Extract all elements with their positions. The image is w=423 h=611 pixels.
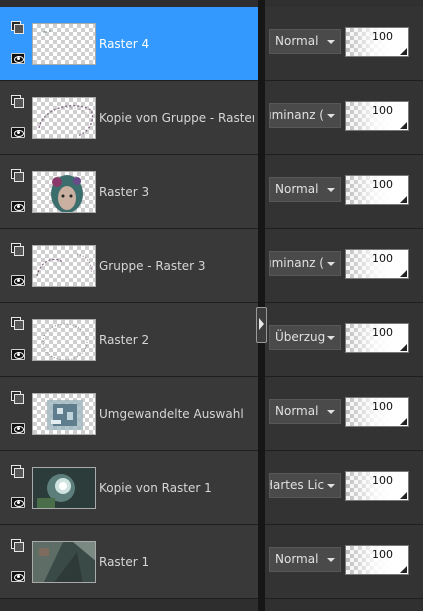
blend-mode-value: Normal — [275, 34, 319, 48]
layer-group-icon[interactable] — [11, 243, 24, 256]
layer-thumbnail[interactable] — [32, 467, 96, 509]
layer-row[interactable]: Raster 1 — [0, 525, 258, 599]
layer-properties-row: Hartes Lich 100 — [265, 451, 423, 525]
opacity-field[interactable]: 100 — [345, 545, 409, 575]
layer-group-icon[interactable] — [11, 95, 24, 108]
opacity-slider-icon[interactable] — [400, 344, 407, 351]
blend-mode-select[interactable]: uminanz (V — [269, 103, 341, 128]
layer-group-icon[interactable] — [11, 21, 24, 34]
opacity-value: 100 — [372, 474, 393, 487]
visibility-eye-icon[interactable] — [11, 571, 25, 582]
chevron-down-icon[interactable] — [327, 262, 335, 266]
blend-mode-select[interactable]: Hartes Lich — [269, 473, 341, 498]
layer-thumbnail[interactable] — [32, 23, 96, 65]
opacity-value: 100 — [372, 30, 393, 43]
chevron-down-icon[interactable] — [327, 558, 335, 562]
layer-thumbnail[interactable] — [32, 319, 96, 361]
layer-thumbnail[interactable] — [32, 245, 96, 287]
opacity-value: 100 — [372, 252, 393, 265]
layer-name[interactable]: Raster 3 — [99, 185, 254, 199]
blend-mode-value: Normal — [275, 552, 319, 566]
layer-row[interactable]: Kopie von Gruppe - Raster 3 — [0, 81, 258, 155]
layer-properties-row: uminanz (V 100 — [265, 81, 423, 155]
chevron-down-icon[interactable] — [327, 410, 335, 414]
visibility-eye-icon[interactable] — [11, 275, 25, 286]
layer-group-icon[interactable] — [11, 465, 24, 478]
opacity-field[interactable]: 100 — [345, 471, 409, 501]
opacity-slider-icon[interactable] — [400, 566, 407, 573]
layer-row[interactable]: Raster 4 — [0, 7, 258, 81]
visibility-eye-icon[interactable] — [11, 201, 25, 212]
layer-name[interactable]: Gruppe - Raster 3 — [99, 259, 254, 273]
layer-name[interactable]: Umgewandelte Auswahl — [99, 407, 254, 421]
layer-properties-row: Normal 100 — [265, 525, 423, 599]
layer-group-icon[interactable] — [11, 391, 24, 404]
layer-properties-row: Normal 100 — [265, 7, 423, 81]
opacity-value: 100 — [372, 326, 393, 339]
visibility-eye-icon[interactable] — [11, 423, 25, 434]
opacity-field[interactable]: 100 — [345, 101, 409, 131]
layer-name[interactable]: Raster 1 — [99, 555, 254, 569]
layer-properties-row: Normal 100 — [265, 155, 423, 229]
blend-mode-select[interactable]: Normal — [269, 177, 341, 202]
opacity-slider-icon[interactable] — [400, 122, 407, 129]
layer-row[interactable]: Umgewandelte Auswahl — [0, 377, 258, 451]
opacity-slider-icon[interactable] — [400, 196, 407, 203]
blend-mode-select[interactable]: Normal — [269, 547, 341, 572]
blend-mode-value: Hartes Lich — [270, 478, 324, 492]
visibility-eye-icon[interactable] — [11, 497, 25, 508]
panel-splitter[interactable] — [258, 0, 265, 611]
blend-mode-value: uminanz (V — [269, 256, 324, 270]
layer-row[interactable]: Raster 3 — [0, 155, 258, 229]
layer-group-icon[interactable] — [11, 317, 24, 330]
opacity-slider-icon[interactable] — [400, 270, 407, 277]
opacity-field[interactable]: 100 — [345, 397, 409, 427]
layer-name[interactable]: Raster 2 — [99, 333, 254, 347]
opacity-field[interactable]: 100 — [345, 249, 409, 279]
blend-mode-select[interactable]: Überzug — [269, 325, 341, 350]
opacity-field[interactable]: 100 — [345, 175, 409, 205]
chevron-down-icon[interactable] — [327, 114, 335, 118]
layer-row[interactable]: Gruppe - Raster 3 — [0, 229, 258, 303]
opacity-value: 100 — [372, 178, 393, 191]
layer-name[interactable]: Kopie von Raster 1 — [99, 481, 254, 495]
layer-name[interactable]: Raster 4 — [99, 37, 254, 51]
chevron-down-icon[interactable] — [327, 188, 335, 192]
layer-thumbnail[interactable] — [32, 97, 96, 139]
layer-thumbnail[interactable] — [32, 541, 96, 583]
layer-properties-row: Normal 100 — [265, 377, 423, 451]
layers-panel: Raster 4 Normal 100 Kopie von Gruppe - Rast… — [0, 0, 423, 611]
opacity-field[interactable]: 100 — [345, 27, 409, 57]
layer-thumbnail[interactable] — [32, 171, 96, 213]
blend-mode-value: Normal — [275, 182, 319, 196]
layer-name[interactable]: Kopie von Gruppe - Raster 3 — [99, 111, 254, 125]
layer-group-icon[interactable] — [11, 169, 24, 182]
opacity-value: 100 — [372, 104, 393, 117]
opacity-value: 100 — [372, 548, 393, 561]
layer-properties-row: uminanz (V 100 — [265, 229, 423, 303]
blend-mode-value: Überzug — [275, 330, 326, 344]
layer-properties-row: Überzug 100 — [265, 303, 423, 377]
chevron-down-icon[interactable] — [327, 40, 335, 44]
opacity-slider-icon[interactable] — [400, 492, 407, 499]
layer-group-icon[interactable] — [11, 539, 24, 552]
collapse-arrow-icon[interactable] — [256, 307, 267, 343]
chevron-down-icon[interactable] — [327, 484, 335, 488]
blend-mode-select[interactable]: Normal — [269, 29, 341, 54]
visibility-eye-icon[interactable] — [11, 349, 25, 360]
visibility-eye-icon[interactable] — [11, 127, 25, 138]
layer-row[interactable]: Kopie von Raster 1 — [0, 451, 258, 525]
opacity-slider-icon[interactable] — [400, 418, 407, 425]
opacity-value: 100 — [372, 400, 393, 413]
chevron-down-icon[interactable] — [327, 336, 335, 340]
visibility-eye-icon[interactable] — [11, 53, 25, 64]
blend-mode-select[interactable]: uminanz (V — [269, 251, 341, 276]
layer-row[interactable]: Raster 2 — [0, 303, 258, 377]
layer-thumbnail[interactable] — [32, 393, 96, 435]
opacity-slider-icon[interactable] — [400, 48, 407, 55]
blend-mode-value: Normal — [275, 404, 319, 418]
blend-mode-select[interactable]: Normal — [269, 399, 341, 424]
opacity-field[interactable]: 100 — [345, 323, 409, 353]
blend-mode-value: uminanz (V — [269, 108, 324, 122]
